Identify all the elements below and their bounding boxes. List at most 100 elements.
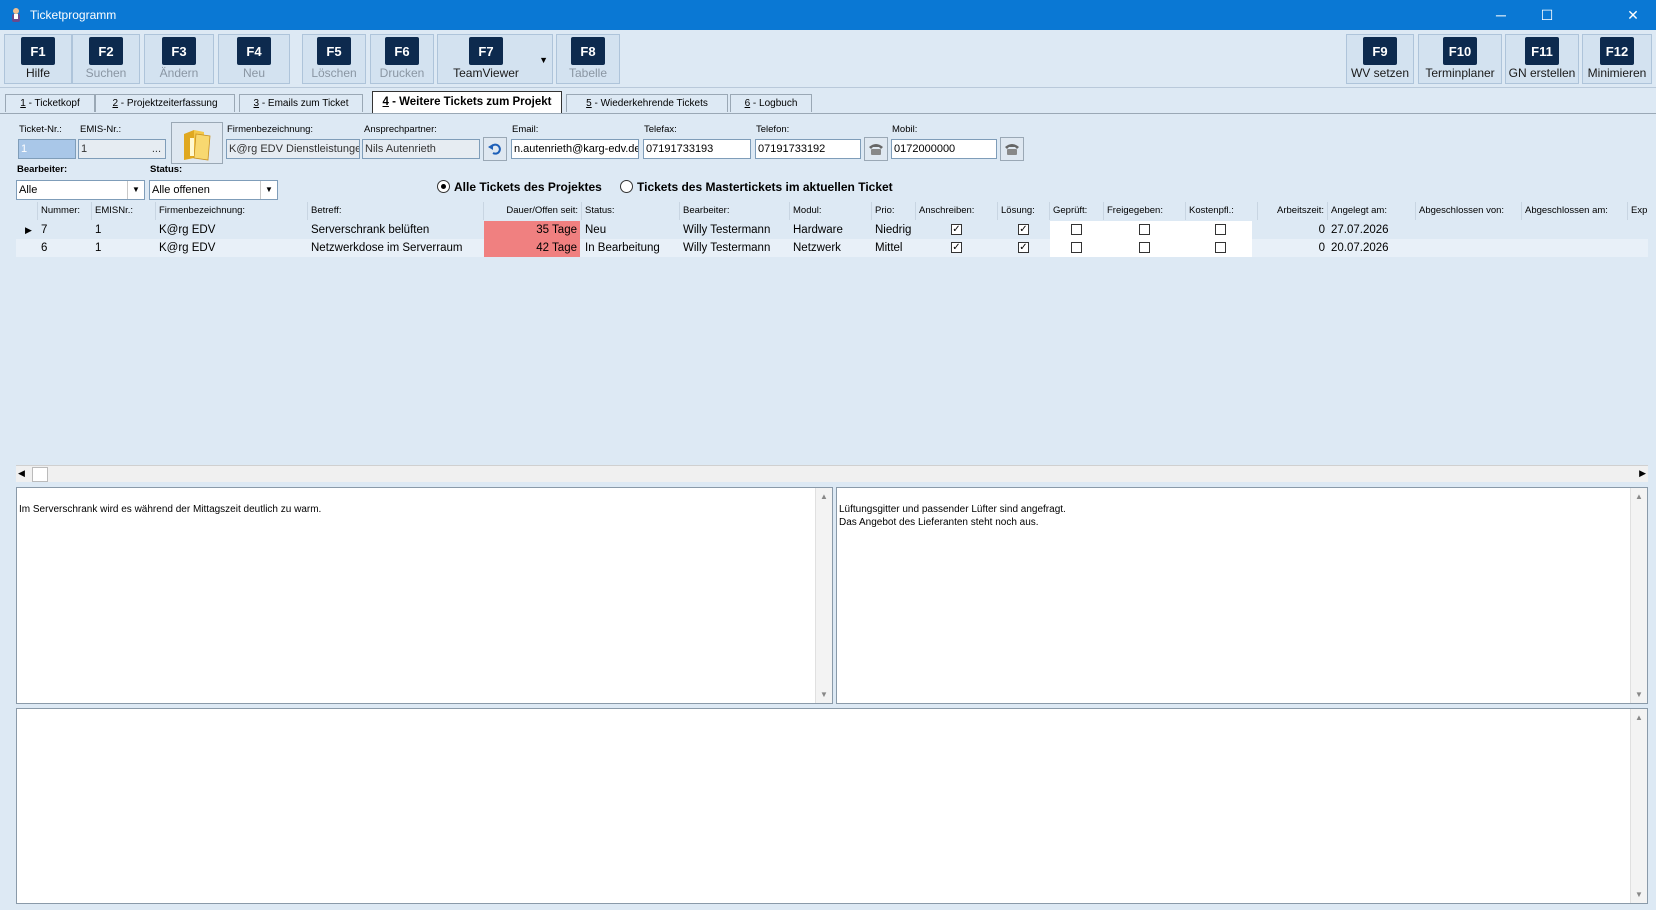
call-mobil-button[interactable] (1000, 137, 1024, 161)
anschreiben-checkbox[interactable]: ✓ (951, 242, 962, 253)
table-button[interactable]: F8 Tabelle (556, 34, 620, 84)
column-header[interactable]: Dauer/Offen seit: (484, 202, 582, 220)
scheduler-button[interactable]: F10 Terminplaner (1418, 34, 1502, 84)
mobil-field[interactable]: 0172000000 (891, 139, 997, 159)
edit-button[interactable]: F3 Ändern (144, 34, 214, 84)
cell-status[interactable]: Neu (582, 221, 680, 239)
cell-angelegt[interactable]: 27.07.2026 (1328, 221, 1416, 239)
tab-weitere-tickets[interactable]: 4 - Weitere Tickets zum Projekt (372, 91, 562, 113)
loesung-checkbox[interactable]: ✓ (1018, 242, 1029, 253)
scroll-down-icon[interactable]: ▼ (1631, 888, 1647, 901)
cell-status[interactable]: In Bearbeitung (582, 239, 680, 257)
cell-dauer[interactable]: 35 Tage (484, 221, 580, 239)
delete-button[interactable]: F5 Löschen (302, 34, 366, 84)
freigegeben-checkbox[interactable] (1139, 224, 1150, 235)
gn-create-button[interactable]: F11 GN erstellen (1505, 34, 1579, 84)
column-header[interactable]: Arbeitszeit: (1258, 202, 1328, 220)
cell-abgeschlossen-am[interactable] (1522, 221, 1628, 239)
tab-ticketkopf[interactable]: 1 - Ticketkopf (5, 94, 95, 112)
ticket-nr-field[interactable]: 1 (18, 139, 76, 159)
cell-dauer[interactable]: 42 Tage (484, 239, 580, 257)
anschreiben-checkbox[interactable]: ✓ (951, 224, 962, 235)
column-header[interactable]: Exp (1628, 202, 1648, 220)
cell-nummer[interactable]: 7 (38, 221, 92, 239)
column-header[interactable]: Anschreiben: (916, 202, 998, 220)
help-button[interactable]: F1 Hilfe (4, 34, 72, 84)
column-header[interactable]: Abgeschlossen am: (1522, 202, 1628, 220)
column-header[interactable]: Bearbeiter: (680, 202, 790, 220)
radio-master-tickets[interactable]: Tickets des Mastertickets im aktuellen T… (620, 180, 893, 194)
cell-bearbeiter[interactable]: Willy Testermann (680, 239, 790, 257)
scroll-down-icon[interactable]: ▼ (816, 688, 832, 701)
scroll-right-icon[interactable]: ▶ (1639, 468, 1646, 479)
chevron-down-icon[interactable]: ▼ (260, 181, 277, 199)
column-header[interactable]: Nummer: (38, 202, 92, 220)
kostenpfl-checkbox[interactable] (1215, 242, 1226, 253)
description-memo[interactable]: Im Serverschrank wird es während der Mit… (16, 487, 833, 704)
email-field[interactable]: n.autenrieth@karg-edv.de (511, 139, 639, 159)
column-header[interactable]: Modul: (790, 202, 872, 220)
cell-emis[interactable]: 1 (92, 239, 156, 257)
cell-abgeschlossen-von[interactable] (1416, 239, 1522, 257)
column-header[interactable]: Lösung: (998, 202, 1050, 220)
column-header[interactable]: Abgeschlossen von: (1416, 202, 1522, 220)
cell-prio[interactable]: Mittel (872, 239, 916, 257)
wv-set-button[interactable]: F9 WV setzen (1346, 34, 1414, 84)
cell-modul[interactable]: Netzwerk (790, 239, 872, 257)
chevron-down-icon[interactable]: ▼ (127, 181, 144, 199)
scroll-up-icon[interactable]: ▲ (816, 490, 832, 503)
column-header[interactable]: EMISNr.: (92, 202, 156, 220)
cell-emis[interactable]: 1 (92, 221, 156, 239)
cell-abgeschlossen-am[interactable] (1522, 239, 1628, 257)
teamviewer-button[interactable]: F7 TeamViewer ▼ (437, 34, 553, 84)
cell-arbeitszeit[interactable]: 0 (1258, 221, 1328, 239)
column-header[interactable]: Status: (582, 202, 680, 220)
close-button[interactable]: ✕ (1610, 0, 1656, 30)
minimize-button[interactable]: ─ (1478, 0, 1524, 30)
table-row[interactable]: 6 1 K@rg EDV Netzwerkdose im Serverraum … (16, 239, 1648, 257)
search-button[interactable]: F2 Suchen (72, 34, 140, 84)
geprueft-checkbox[interactable] (1071, 242, 1082, 253)
ansprech-field[interactable]: Nils Autenrieth (362, 139, 480, 159)
firma-field[interactable]: K@rg EDV Dienstleistungen (226, 139, 360, 159)
loesung-checkbox[interactable]: ✓ (1018, 224, 1029, 235)
new-button[interactable]: F4 Neu (218, 34, 290, 84)
folder-button[interactable] (171, 122, 223, 164)
dropdown-arrow-icon[interactable]: ▼ (539, 55, 548, 65)
cell-firma[interactable]: K@rg EDV (156, 221, 308, 239)
cell-betreff[interactable]: Netzwerkdose im Serverraum (308, 239, 484, 257)
scrollbar-thumb[interactable] (32, 467, 48, 482)
tab-projektzeiterfassung[interactable]: 2 - Projektzeiterfassung (95, 94, 235, 112)
scroll-down-icon[interactable]: ▼ (1631, 688, 1647, 701)
status-filter-select[interactable]: Alle offenen ▼ (149, 180, 278, 200)
emis-lookup-button[interactable]: ... (152, 140, 161, 158)
cell-arbeitszeit[interactable]: 0 (1258, 239, 1328, 257)
tab-logbuch[interactable]: 6 - Logbuch (730, 94, 812, 112)
notes-memo[interactable]: ▲ ▼ (16, 708, 1648, 904)
table-row[interactable]: ▶ 7 1 K@rg EDV Serverschrank belüften 35… (16, 221, 1648, 239)
call-telefon-button[interactable] (864, 137, 888, 161)
kostenpfl-checkbox[interactable] (1215, 224, 1226, 235)
cell-prio[interactable]: Niedrig (872, 221, 916, 239)
cell-angelegt[interactable]: 20.07.2026 (1328, 239, 1416, 257)
maximize-button[interactable]: ☐ (1524, 0, 1570, 30)
geprueft-checkbox[interactable] (1071, 224, 1082, 235)
cell-abgeschlossen-von[interactable] (1416, 221, 1522, 239)
radio-all-project-tickets[interactable]: Alle Tickets des Projektes (437, 180, 602, 194)
bearbeiter-filter-select[interactable]: Alle ▼ (16, 180, 145, 200)
column-header[interactable]: Geprüft: (1050, 202, 1104, 220)
cell-nummer[interactable]: 6 (38, 239, 92, 257)
vertical-scrollbar[interactable]: ▲ ▼ (815, 488, 832, 703)
cell-bearbeiter[interactable]: Willy Testermann (680, 221, 790, 239)
vertical-scrollbar[interactable]: ▲ ▼ (1630, 488, 1647, 703)
solution-memo[interactable]: Lüftungsgitter und passender Lüfter sind… (836, 487, 1648, 704)
column-header[interactable]: Betreff: (308, 202, 484, 220)
scroll-left-icon[interactable]: ◀ (18, 468, 25, 479)
print-button[interactable]: F6 Drucken (370, 34, 434, 84)
column-header[interactable]: Freigegeben: (1104, 202, 1186, 220)
tab-wiederkehrende[interactable]: 5 - Wiederkehrende Tickets (566, 94, 728, 112)
scroll-up-icon[interactable]: ▲ (1631, 711, 1647, 724)
vertical-scrollbar[interactable]: ▲ ▼ (1630, 709, 1647, 903)
minimize-app-button[interactable]: F12 Minimieren (1582, 34, 1652, 84)
column-header[interactable]: Prio: (872, 202, 916, 220)
